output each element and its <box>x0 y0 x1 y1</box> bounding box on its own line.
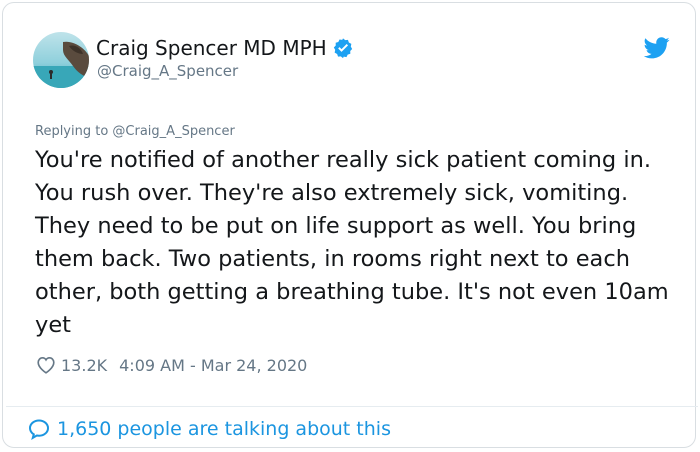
tweet-card: Craig Spencer MD MPH @Craig_A_Spencer Re… <box>2 2 698 448</box>
twitter-bird-icon[interactable] <box>643 37 670 59</box>
talking-about-text[interactable]: 1,650 people are talking about this <box>57 418 391 440</box>
avatar[interactable] <box>33 32 89 88</box>
tweet-text: You're notified of another really sick p… <box>35 147 669 338</box>
talking-about-link[interactable]: 1,650 people are talking about this <box>27 417 391 441</box>
verified-badge-icon <box>332 37 354 59</box>
tweet-meta: 13.2K 4:09 AM - Mar 24, 2020 <box>35 354 307 376</box>
avatar-image <box>33 32 89 88</box>
author-name[interactable]: Craig Spencer MD MPH <box>96 36 327 60</box>
speech-bubble-icon <box>27 417 51 441</box>
author-row: Craig Spencer MD MPH <box>96 36 354 60</box>
replying-to: Replying to @Craig_A_Spencer <box>35 124 235 139</box>
divider <box>6 406 698 407</box>
like-count[interactable]: 13.2K <box>61 356 107 375</box>
author-handle[interactable]: @Craig_A_Spencer <box>97 62 238 80</box>
heart-icon[interactable] <box>35 354 57 376</box>
timestamp[interactable]: 4:09 AM - Mar 24, 2020 <box>119 356 307 375</box>
